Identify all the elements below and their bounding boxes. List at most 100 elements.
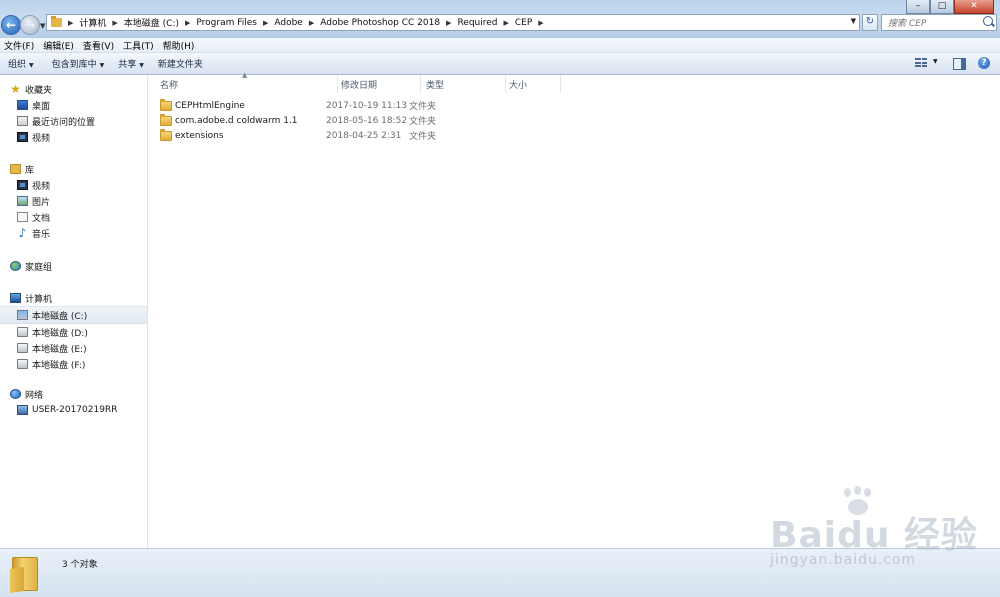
breadcrumb-item[interactable]: 本地磁盘 (C:) <box>124 16 179 29</box>
nav-label: 计算机 <box>25 294 53 305</box>
breadcrumb-root-arrow[interactable]: ▶ <box>68 19 79 27</box>
minimize-button[interactable]: – <box>906 0 930 14</box>
nav-item-desktop[interactable]: 桌面 <box>0 97 147 113</box>
nav-item-drive-c[interactable]: 本地磁盘 (C:) <box>0 306 147 324</box>
menu-help[interactable]: 帮助(H) <box>159 39 200 52</box>
nav-item-recent-places[interactable]: 最近访问的位置 <box>0 113 147 129</box>
command-bar: 组织 ▼ 包含到库中 ▼ 共享 ▼ 新建文件夹 ▼ ? <box>0 53 1000 75</box>
breadcrumb-item[interactable]: 计算机 <box>79 16 106 29</box>
include-in-library-button[interactable]: 包含到库中 ▼ <box>52 57 105 70</box>
nav-item-music[interactable]: ♪ 音乐 <box>0 225 147 241</box>
nav-item-videos-favorite[interactable]: 视频 <box>0 129 147 145</box>
file-name: CEPHtmlEngine <box>175 100 245 111</box>
network-icon <box>10 389 21 399</box>
views-icon <box>915 58 927 68</box>
nav-item-documents[interactable]: 文档 <box>0 209 147 225</box>
help-button[interactable]: ? <box>978 57 990 69</box>
file-name: extensions <box>175 130 224 141</box>
preview-pane-button[interactable] <box>953 58 966 70</box>
large-folder-icon <box>12 557 38 591</box>
nav-label: 音乐 <box>32 229 51 240</box>
views-dropdown-icon[interactable]: ▼ <box>933 58 938 65</box>
chevron-right-icon[interactable]: ▶ <box>504 19 509 27</box>
chevron-right-icon[interactable]: ▶ <box>112 19 117 27</box>
nav-label: 图片 <box>32 197 51 208</box>
new-folder-button[interactable]: 新建文件夹 <box>158 57 203 70</box>
network-group: 网络 USER-20170219RR <box>0 386 147 418</box>
nav-favorites[interactable]: ★ 收藏夹 <box>0 81 147 97</box>
share-button[interactable]: 共享 ▼ <box>118 57 144 70</box>
menu-edit[interactable]: 编辑(E) <box>39 39 79 52</box>
column-header-modified[interactable]: 修改日期 <box>338 75 421 93</box>
file-modified: 2018-05-16 18:52 <box>326 115 408 126</box>
nav-item-drive-f[interactable]: 本地磁盘 (F:) <box>0 356 147 372</box>
nav-item-pictures[interactable]: 图片 <box>0 193 147 209</box>
file-modified: 2017-10-19 11:13 <box>326 100 408 111</box>
close-button[interactable]: ✕ <box>954 0 994 14</box>
chevron-down-icon: ▼ <box>29 62 34 69</box>
back-arrow-icon: ← <box>5 18 17 32</box>
share-label: 共享 <box>118 60 137 70</box>
change-view-button[interactable] <box>915 58 927 68</box>
forward-button[interactable]: → <box>20 15 40 35</box>
nav-label: 文档 <box>32 213 51 224</box>
chevron-right-icon: ▶ <box>68 18 74 27</box>
recent-pages-dropdown-icon[interactable]: ▼ <box>40 22 45 30</box>
column-header-type[interactable]: 类型 <box>421 75 506 93</box>
menu-tools[interactable]: 工具(T) <box>119 39 159 52</box>
include-in-library-label: 包含到库中 <box>51 60 97 70</box>
breadcrumb-item[interactable]: Adobe <box>274 18 302 28</box>
file-name: com.adobe.d coldwarm 1.1 <box>175 115 298 126</box>
navigation-pane: ★ 收藏夹 桌面 最近访问的位置 视频 库 视频 图片 文档 ♪ 音乐 家庭组 … <box>0 75 148 548</box>
chevron-right-icon[interactable]: ▶ <box>263 19 268 27</box>
nav-label: 最近访问的位置 <box>32 117 96 128</box>
column-header-name[interactable]: ▲ 名称 <box>148 71 338 93</box>
breadcrumb-item[interactable]: Required <box>457 18 497 28</box>
column-label: 大小 <box>509 80 528 91</box>
address-bar[interactable]: ▶ 计算机 ▶ 本地磁盘 (C:) ▶ Program Files ▶ Adobe ▶ … <box>46 14 860 31</box>
nav-item-network-pc[interactable]: USER-20170219RR <box>0 402 147 418</box>
file-row[interactable]: CEPHtmlEngine 2017-10-19 11:13 文件夹 <box>148 98 568 113</box>
organize-label: 组织 <box>8 60 27 70</box>
nav-item-drive-e[interactable]: 本地磁盘 (E:) <box>0 340 147 356</box>
address-dropdown-icon[interactable]: ▼ <box>851 17 856 25</box>
title-bar: – □ ✕ ← → ▼ ▶ 计算机 ▶ 本地磁盘 (C:) ▶ Program Fi… <box>0 0 1000 39</box>
refresh-icon: ↻ <box>865 16 875 27</box>
menu-view[interactable]: 查看(V) <box>79 39 119 52</box>
chevron-right-icon[interactable]: ▶ <box>538 19 543 27</box>
nav-homegroup[interactable]: 家庭组 <box>0 258 147 274</box>
file-type: 文件夹 <box>409 102 437 112</box>
libraries-group: 库 视频 图片 文档 ♪ 音乐 <box>0 161 147 241</box>
star-icon: ★ <box>10 82 21 96</box>
file-row[interactable]: extensions 2018-04-25 2:31 文件夹 <box>148 128 568 143</box>
folder-icon <box>160 128 172 141</box>
breadcrumb-item[interactable]: CEP <box>515 18 532 28</box>
nav-label: USER-20170219RR <box>32 405 118 415</box>
chevron-right-icon[interactable]: ▶ <box>309 19 314 27</box>
refresh-button[interactable]: ↻ <box>862 14 878 31</box>
file-row[interactable]: com.adobe.d coldwarm 1.1 2018-05-16 18:5… <box>148 113 568 128</box>
library-icon <box>10 164 21 174</box>
organize-button[interactable]: 组织 ▼ <box>8 57 34 70</box>
search-input[interactable] <box>886 16 980 32</box>
nav-network[interactable]: 网络 <box>0 386 147 402</box>
nav-computer[interactable]: 计算机 <box>0 290 147 306</box>
column-label: 名称 <box>160 80 179 91</box>
nav-label: 网络 <box>25 390 44 401</box>
chevron-right-icon[interactable]: ▶ <box>446 19 451 27</box>
maximize-button[interactable]: □ <box>930 0 954 14</box>
breadcrumb-item[interactable]: Program Files <box>196 18 257 28</box>
music-icon: ♪ <box>18 226 27 240</box>
breadcrumb-item[interactable]: Adobe Photoshop CC 2018 <box>320 18 440 28</box>
chevron-down-icon: ▼ <box>139 62 144 69</box>
menu-file[interactable]: 文件(F) <box>0 39 39 52</box>
file-type: 文件夹 <box>409 132 437 142</box>
nav-libraries[interactable]: 库 <box>0 161 147 177</box>
column-header-size[interactable]: 大小 <box>506 75 561 93</box>
search-icon[interactable] <box>983 16 993 26</box>
chevron-right-icon[interactable]: ▶ <box>185 19 190 27</box>
help-icon: ? <box>978 57 990 69</box>
nav-item-videos[interactable]: 视频 <box>0 177 147 193</box>
back-button[interactable]: ← <box>1 15 21 35</box>
nav-item-drive-d[interactable]: 本地磁盘 (D:) <box>0 324 147 340</box>
